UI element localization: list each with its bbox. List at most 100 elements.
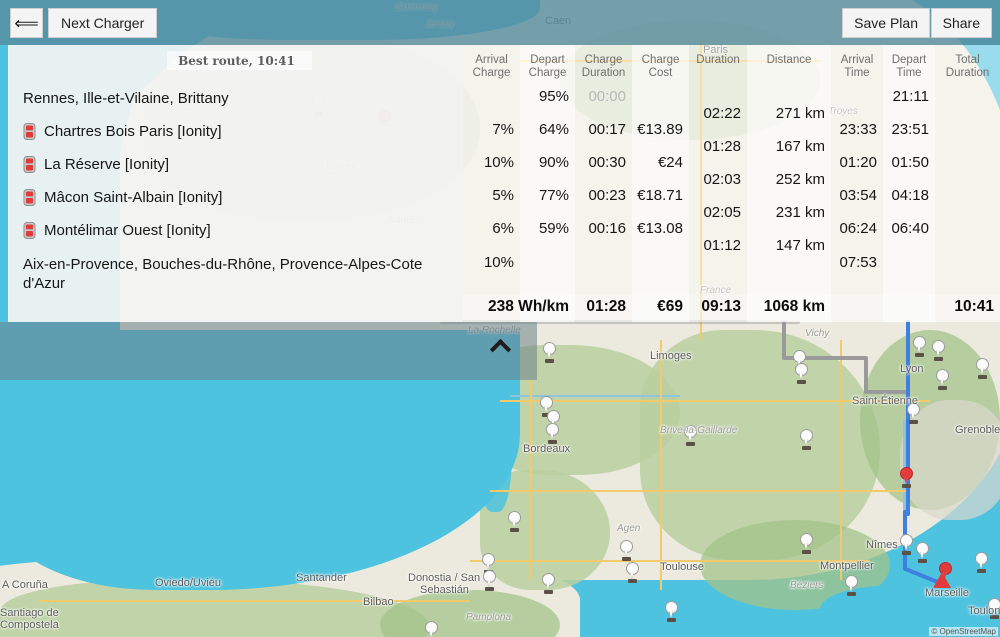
table-column-header: Duration (696, 54, 740, 66)
table-column-header: Depart Time (891, 54, 927, 79)
stop-name: Chartres Bois Paris [Ionity] (44, 123, 222, 140)
map-pin[interactable] (907, 403, 920, 424)
next-charger-button[interactable]: Next Charger (48, 8, 158, 38)
total-duration-driving: 09:13 (701, 298, 741, 315)
best-route-title: Best route, 10:41 (178, 54, 295, 68)
cell-leg-distance: 231 km (775, 203, 825, 221)
stop-row-charger[interactable]: La Réserve [Ionity] (23, 155, 455, 174)
table-column-header: Distance (766, 54, 812, 66)
cell-depart-time: 23:51 (891, 121, 929, 138)
map-road-2 (490, 490, 910, 492)
total-charge-duration: 01:28 (586, 298, 626, 315)
table-column-header: Total Duration (945, 54, 990, 79)
stop-name: Mâcon Saint-Albain [Ionity] (44, 189, 223, 206)
back-button[interactable]: ⟸ (10, 8, 43, 38)
table-column-header: Depart Charge (528, 54, 567, 79)
cell-arrival-time: 07:53 (839, 254, 877, 271)
map-pin[interactable] (483, 570, 496, 591)
stop-row-charger[interactable]: Mâcon Saint-Albain [Ionity] (23, 188, 455, 207)
stop-name: Rennes, Ille-et-Vilaine, Brittany (23, 90, 229, 107)
back-arrow-icon: ⟸ (14, 13, 39, 33)
cell-arrival-charge: 10% (483, 254, 514, 271)
map-pin[interactable] (916, 542, 929, 563)
route-plan-panel: Best route, 10:41 Rennes, Ille-et-Vilain… (8, 45, 1000, 322)
cell-arrival-time: 23:33 (839, 121, 877, 138)
stop-name: Aix-en-Provence, Bouches-du-Rhône, Prove… (23, 256, 423, 292)
cell-arrival-charge: 7% (492, 121, 514, 138)
map-road-7 (40, 600, 470, 602)
cell-leg-duration: 01:12 (703, 237, 741, 254)
cell-leg-distance: 147 km (775, 237, 825, 254)
table-column-header: Charge Cost (641, 54, 680, 79)
cell-charge-duration: 00:17 (588, 121, 626, 138)
cell-arrival-charge: 5% (492, 187, 514, 204)
stop-row-charger[interactable]: Chartres Bois Paris [Ionity] (23, 122, 455, 141)
cell-depart-time: 04:18 (891, 187, 929, 204)
map-attribution: © OpenStreetMap (929, 627, 998, 636)
stop-row-waypoint[interactable]: Aix-en-Provence, Bouches-du-Rhône, Prove… (23, 255, 455, 293)
map-river-loire (510, 395, 680, 397)
map-road-4 (530, 380, 532, 580)
cell-leg-duration: 02:05 (703, 203, 741, 221)
map-pin[interactable] (508, 511, 521, 532)
map-pin[interactable] (936, 369, 949, 390)
cell-depart-charge: 59% (538, 220, 569, 237)
map-pin[interactable] (800, 533, 813, 554)
map-road-6 (840, 340, 842, 580)
map-pin[interactable] (620, 540, 633, 561)
map-pin[interactable] (546, 423, 559, 444)
map-pin[interactable] (425, 621, 438, 637)
map-pin[interactable] (976, 358, 989, 379)
stop-name: La Réserve [Ionity] (44, 156, 170, 173)
cell-arrival-charge: 10% (483, 154, 514, 171)
total-distance: 1068 km (763, 298, 825, 315)
share-button[interactable]: Share (930, 8, 992, 38)
cell-depart-charge: 64% (538, 121, 569, 138)
cell-charge-cost: €13.89 (637, 121, 683, 138)
map-pin[interactable] (988, 598, 1000, 619)
map-road-5 (660, 340, 662, 590)
route-detail-table: Arrival Charge Depart Charge Charge Durati… (463, 45, 1000, 322)
col-band-total-duration (935, 45, 1000, 322)
map-pin[interactable] (542, 573, 555, 594)
map-road-1 (500, 400, 930, 402)
chevron-up-icon (489, 338, 511, 361)
stop-row-charger[interactable]: Montélimar Ouest [Ionity] (23, 221, 455, 240)
total-charge-cost: €69 (657, 298, 683, 315)
col-band-arrival-charge (463, 45, 520, 322)
col-band-charge-cost (632, 45, 689, 322)
map-pin[interactable] (913, 336, 926, 357)
col-band-depart-charge (520, 45, 575, 322)
cell-arrival-time: 01:20 (839, 154, 877, 171)
ev-charger-icon (23, 156, 36, 173)
cell-depart-time: 21:11 (892, 88, 929, 105)
ev-charger-icon (23, 189, 36, 206)
save-plan-button[interactable]: Save Plan (842, 8, 930, 38)
map-pin[interactable] (800, 429, 813, 450)
map-pin[interactable] (795, 363, 808, 384)
cell-charge-duration: 00:16 (588, 220, 626, 237)
stop-row-waypoint[interactable]: Rennes, Ille-et-Vilaine, Brittany (23, 89, 455, 108)
map-pin[interactable] (543, 342, 556, 363)
map-pin[interactable] (900, 534, 913, 555)
map-pin[interactable] (932, 340, 945, 361)
map-pin[interactable] (975, 552, 988, 573)
map-pin[interactable] (845, 575, 858, 596)
cell-charge-cost: €24 (657, 154, 683, 171)
cell-leg-duration: 02:22 (703, 104, 741, 122)
cell-depart-charge: 90% (538, 154, 569, 171)
map-pin-charger-active[interactable] (900, 467, 913, 488)
col-band-arrival-time (831, 45, 883, 322)
cell-depart-charge: 77% (538, 187, 569, 204)
map-destination-arrow (933, 572, 951, 588)
cell-charge-duration: 00:30 (588, 154, 626, 171)
table-column-header: Arrival Charge (472, 54, 511, 79)
cell-arrival-time: 06:24 (839, 220, 877, 237)
map-pin[interactable] (684, 425, 697, 446)
cell-charge-duration: 00:00 (588, 88, 626, 105)
ev-charger-icon (23, 123, 36, 140)
map-pin[interactable] (665, 601, 678, 622)
map-pin[interactable] (626, 562, 639, 583)
total-trip-duration: 10:41 (954, 298, 994, 315)
collapse-panel-button[interactable] (463, 322, 537, 380)
